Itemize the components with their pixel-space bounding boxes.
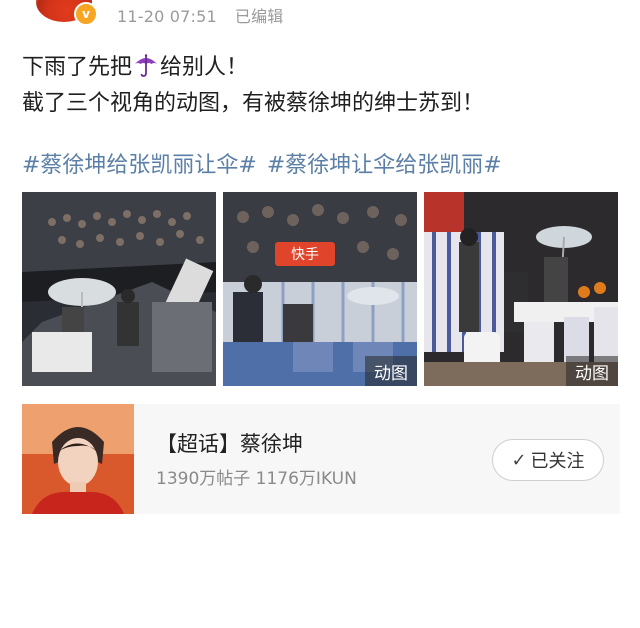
post-meta: 11-20 07:51 已编辑 (117, 3, 284, 27)
vip-badge-icon: v (74, 2, 98, 26)
post-body: 下雨了先把 给别人！ 截了三个视角的动图，有被蔡徐坤的绅士苏到！ (22, 50, 622, 122)
studio-sign: 快手 (291, 247, 319, 263)
hashtag-link[interactable]: #蔡徐坤让伞给张凯丽# (267, 153, 502, 178)
gif-badge: 动图 (365, 356, 417, 386)
umbrella-icon (135, 54, 158, 77)
post-line-2: 截了三个视角的动图，有被蔡徐坤的绅士苏到！ (22, 91, 485, 116)
gif-badge: 动图 (566, 356, 618, 386)
post-time: 11-20 07:51 (117, 7, 217, 26)
gif-thumbnail[interactable]: 快手 动图 (223, 192, 417, 386)
topic-stats: 1390万帖子 1176万IKUN (156, 469, 357, 489)
gif-thumbnail[interactable]: 动图 (424, 192, 618, 386)
hashtag-row: #蔡徐坤给张凯丽让伞# #蔡徐坤让伞给张凯丽# (22, 150, 632, 182)
super-topic-card[interactable]: 【超话】蔡徐坤 1390万帖子 1176万IKUN ✓ 已关注 (22, 404, 620, 514)
follow-label: 已关注 (530, 451, 585, 472)
follow-button[interactable]: ✓ 已关注 (492, 439, 604, 481)
post-line-1: 下雨了先把 给别人！ (22, 50, 622, 86)
hashtag-link[interactable]: #蔡徐坤给张凯丽让伞# (22, 153, 257, 178)
gif-thumbnail[interactable] (22, 192, 216, 386)
check-icon: ✓ (511, 449, 527, 471)
edited-label[interactable]: 已编辑 (235, 7, 284, 26)
topic-thumbnail (22, 404, 134, 514)
topic-title[interactable]: 【超话】蔡徐坤 (156, 428, 303, 458)
media-grid: 快手 动图 动图 (22, 192, 618, 386)
post-header: v 11-20 07:51 已编辑 (0, 0, 640, 28)
